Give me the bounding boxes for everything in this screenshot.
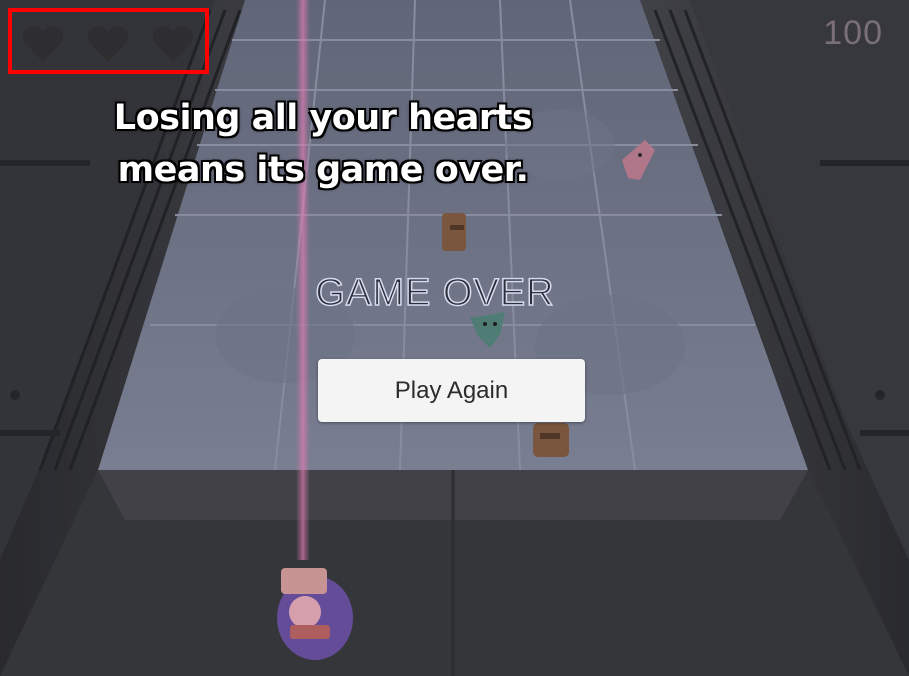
caption-line-1: Losing all your hearts	[113, 98, 533, 138]
game-over-title: GAME OVER	[315, 271, 555, 315]
tutorial-caption: Losing all your hearts means its game ov…	[108, 92, 538, 196]
caption-line-2: means its game over.	[117, 150, 529, 190]
hearts-highlight-box	[8, 8, 209, 74]
heart-icon	[87, 26, 129, 62]
heart-icon	[22, 26, 64, 62]
score-counter: 100	[823, 14, 883, 52]
play-again-button[interactable]: Play Again	[318, 359, 585, 422]
heart-icon	[152, 26, 194, 62]
